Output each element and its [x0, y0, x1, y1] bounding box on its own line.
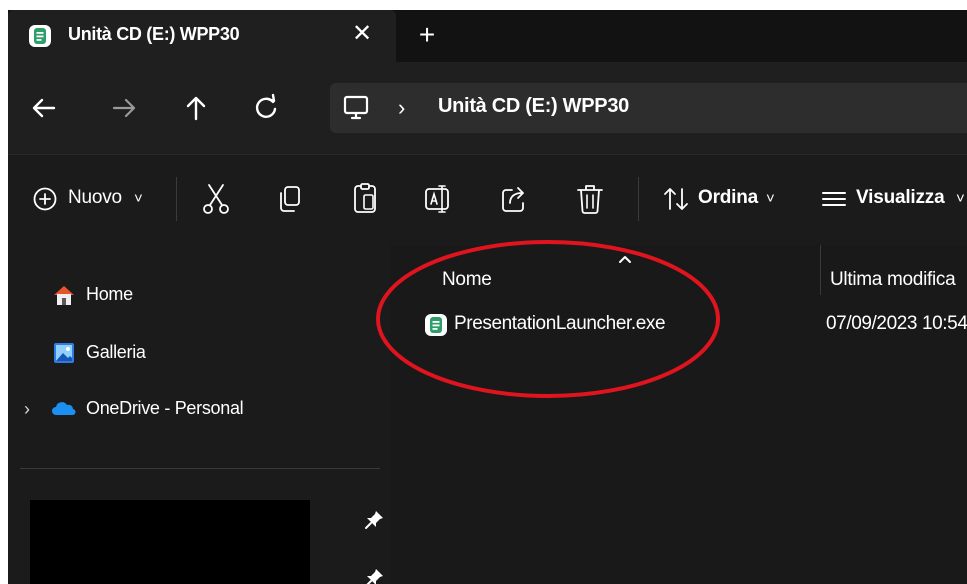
- tab-drive-wpp30[interactable]: Unità CD (E:) WPP30 ✕: [8, 10, 396, 62]
- view-label: Visualizza: [856, 187, 945, 208]
- sidebar-item-label: Home: [86, 284, 133, 304]
- new-tab-button[interactable]: +: [412, 20, 442, 50]
- chevron-down-icon: ˅: [766, 190, 775, 207]
- delete-button[interactable]: [574, 181, 610, 217]
- sidebar-item-label: Galleria: [86, 342, 146, 362]
- column-header-name[interactable]: Nome: [442, 269, 492, 291]
- toolbar-divider: [638, 177, 639, 221]
- delete-icon: [577, 185, 603, 214]
- tab-title: Unità CD (E:) WPP30: [68, 24, 240, 44]
- pin-icon[interactable]: [363, 509, 385, 536]
- sidebar-item-gallery[interactable]: Galleria: [8, 333, 390, 373]
- refresh-button[interactable]: [248, 90, 284, 126]
- sort-button[interactable]: Ordina ˅: [662, 181, 812, 217]
- copy-button[interactable]: [274, 181, 310, 217]
- view-list-icon: [822, 192, 846, 206]
- paste-button[interactable]: [350, 181, 386, 217]
- new-label: Nuovo: [68, 187, 122, 208]
- home-icon: [52, 283, 76, 312]
- gallery-icon: [52, 341, 76, 370]
- rename-button[interactable]: [422, 181, 458, 217]
- breadcrumb-current[interactable]: Unità CD (E:) WPP30: [438, 95, 629, 118]
- pin-icon[interactable]: [363, 567, 385, 584]
- exe-app-icon: [424, 313, 448, 342]
- sidebar-divider: [20, 468, 380, 469]
- sort-label: Ordina: [698, 187, 759, 208]
- sort-icon: [664, 188, 688, 210]
- file-list-pane: Nome Ultima modifica PresentationLaunche…: [390, 245, 967, 584]
- column-separator[interactable]: [820, 245, 821, 295]
- forward-button[interactable]: [106, 90, 142, 126]
- command-bar: Nuovo ˅ Ordina ˅ Visualizza ˅: [8, 154, 967, 246]
- column-header-modified[interactable]: Ultima modifica: [830, 269, 956, 291]
- navigation-bar: › Unità CD (E:) WPP30: [8, 62, 967, 154]
- sidebar-item-home[interactable]: Home: [8, 275, 390, 315]
- view-button[interactable]: Visualizza ˅: [820, 181, 967, 217]
- arrow-left-icon: [32, 98, 56, 118]
- onedrive-icon: [52, 397, 76, 426]
- cut-button[interactable]: [200, 181, 236, 217]
- this-pc-icon[interactable]: [342, 94, 370, 127]
- expand-chevron-icon[interactable]: ›: [24, 399, 30, 420]
- chevron-down-icon: ˅: [956, 190, 965, 207]
- file-explorer-window: Unità CD (E:) WPP30 ✕ + › Unità CD (E:) …: [8, 10, 967, 584]
- refresh-icon: [255, 93, 277, 118]
- quick-access-thumbnail[interactable]: [30, 500, 310, 584]
- address-bar[interactable]: › Unità CD (E:) WPP30: [330, 83, 967, 133]
- navigation-pane: Home Galleria › OneDrive - Personal: [8, 245, 390, 584]
- file-modified-date: 07/09/2023 10:54: [826, 313, 967, 334]
- new-button[interactable]: Nuovo ˅: [32, 181, 162, 217]
- sidebar-item-label: OneDrive - Personal: [86, 398, 244, 418]
- toolbar-divider: [176, 177, 177, 221]
- file-name[interactable]: PresentationLauncher.exe: [454, 313, 666, 335]
- tab-strip: Unità CD (E:) WPP30 ✕ +: [8, 10, 967, 62]
- share-button[interactable]: [498, 181, 534, 217]
- copy-icon: [280, 186, 300, 212]
- tab-close-button[interactable]: ✕: [348, 20, 376, 48]
- cut-icon: [203, 184, 229, 214]
- share-icon: [502, 187, 524, 212]
- sort-ascending-icon: [618, 251, 632, 269]
- arrow-up-icon: [186, 96, 206, 121]
- drive-app-icon: [28, 24, 52, 53]
- sidebar-item-onedrive[interactable]: › OneDrive - Personal: [8, 389, 390, 429]
- arrow-right-icon: [112, 98, 136, 118]
- rename-icon: [425, 185, 449, 213]
- paste-icon: [354, 183, 376, 213]
- file-row[interactable]: PresentationLauncher.exe 07/09/2023 10:5…: [390, 309, 967, 345]
- breadcrumb-separator[interactable]: ›: [398, 95, 405, 121]
- chevron-down-icon: ˅: [134, 190, 143, 207]
- up-button[interactable]: [178, 90, 214, 126]
- back-button[interactable]: [26, 90, 62, 126]
- add-circle-icon: [33, 187, 57, 211]
